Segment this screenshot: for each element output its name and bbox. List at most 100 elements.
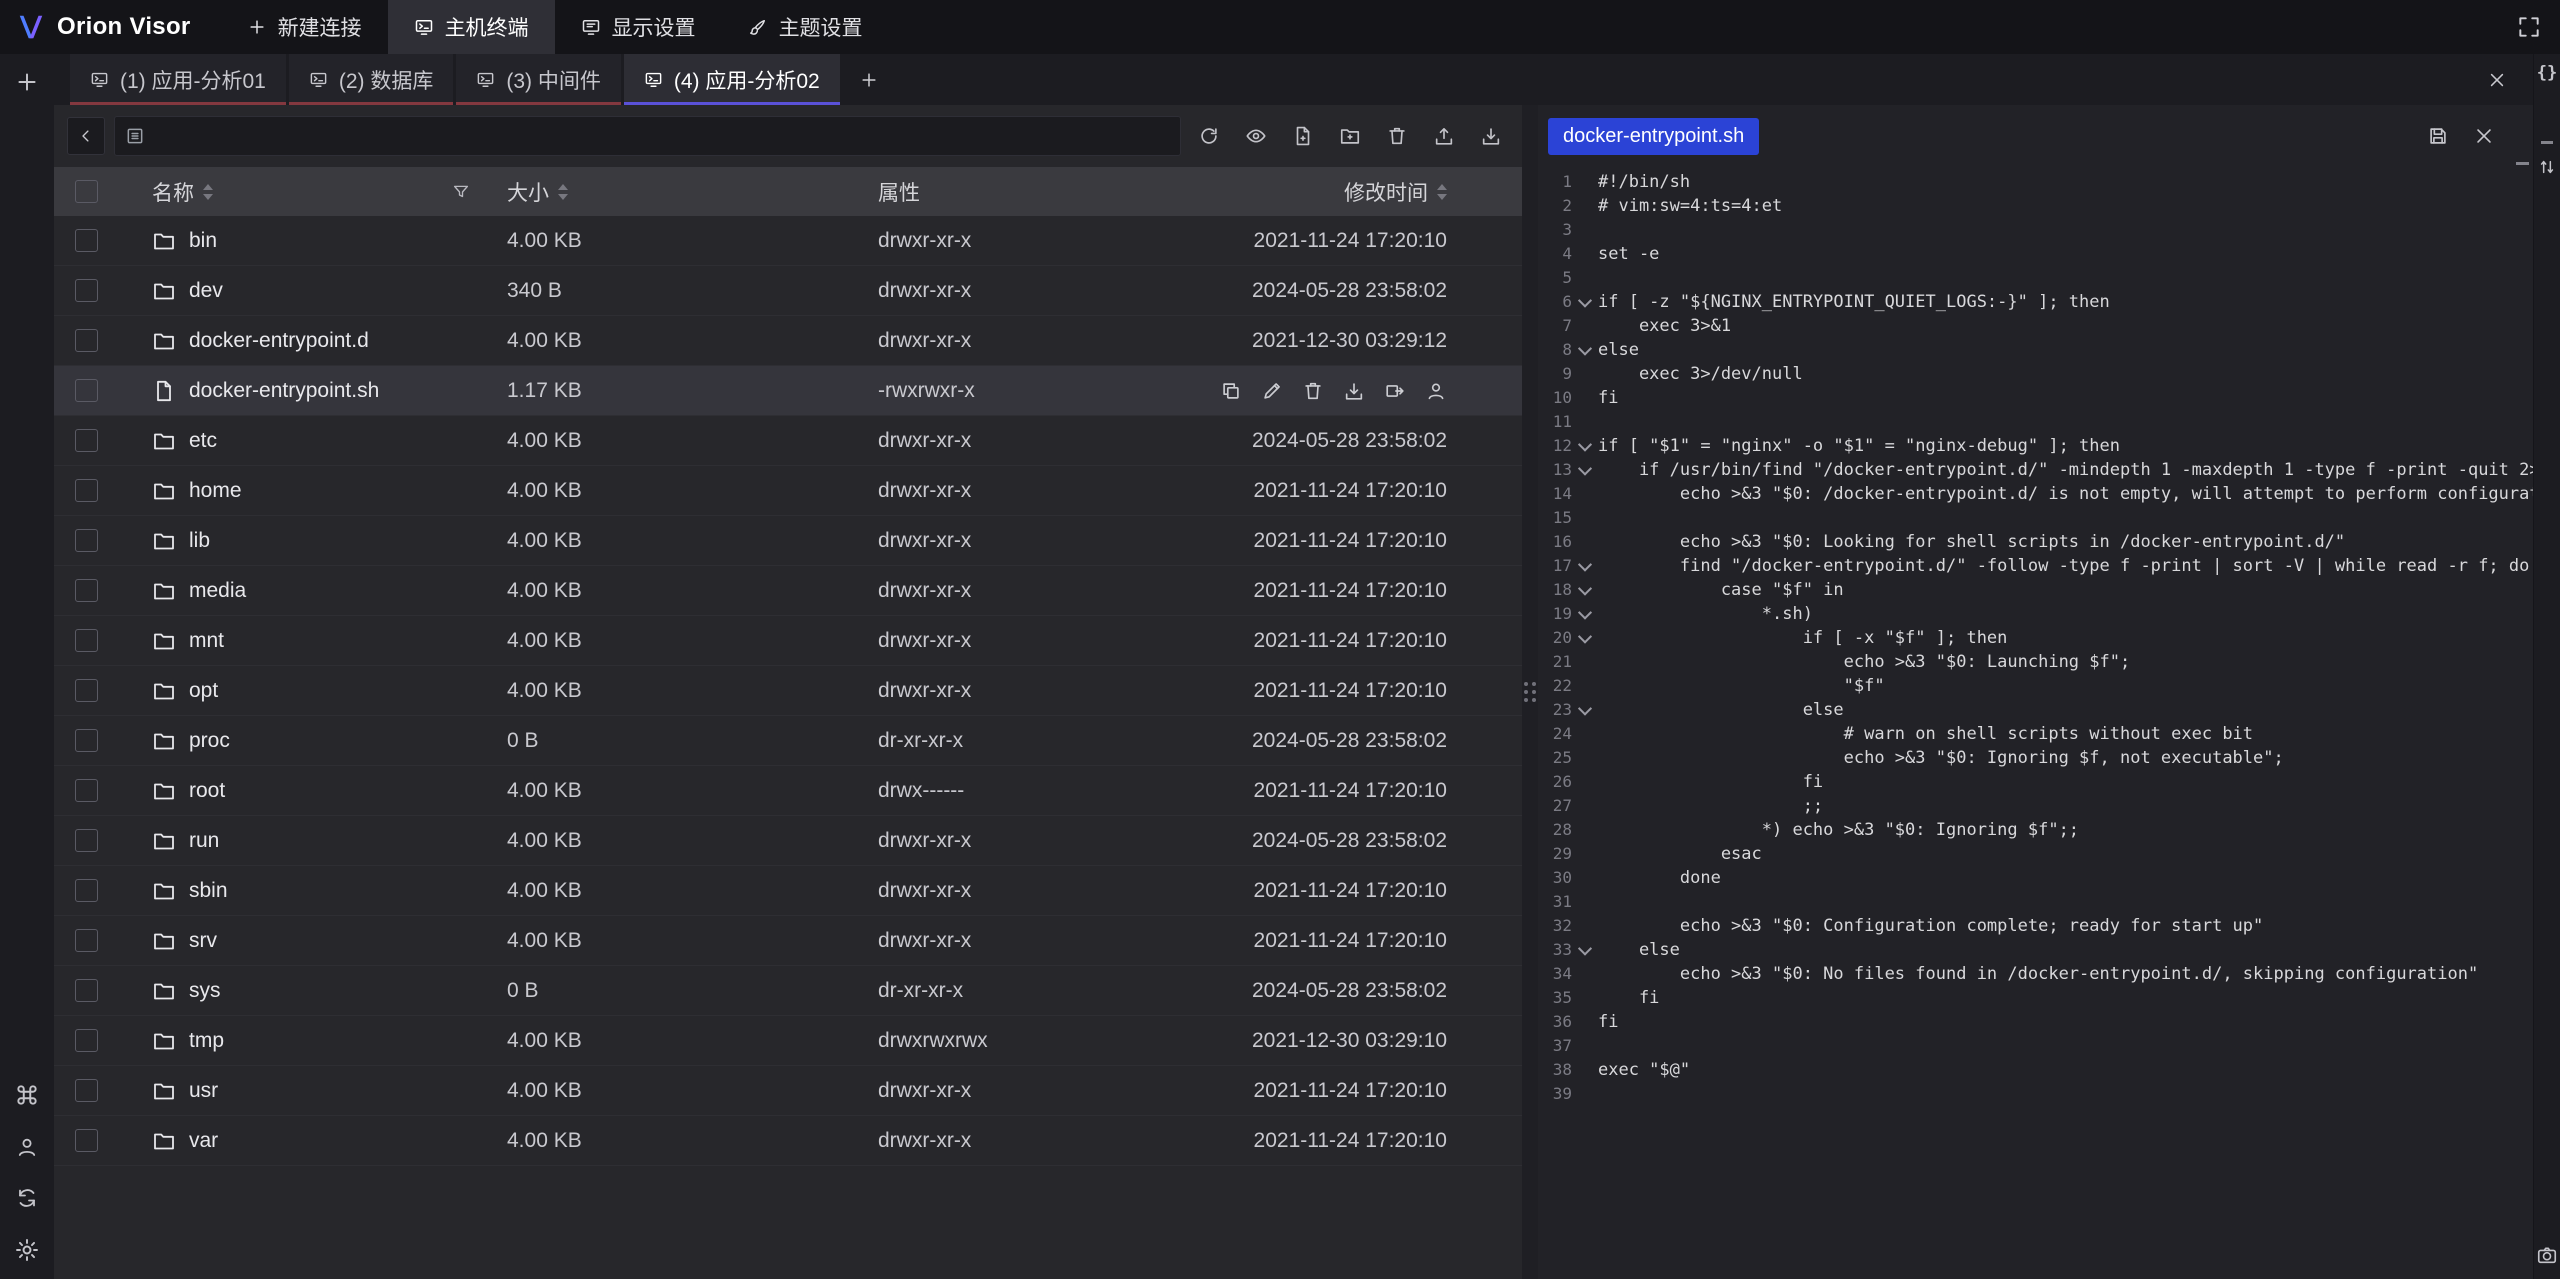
table-row[interactable]: proc 0 B dr-xr-xr-x 2024-05-28 23:58:02: [54, 716, 1522, 766]
row-checkbox[interactable]: [75, 929, 98, 952]
sort-size-icon[interactable]: [558, 184, 568, 200]
table-row[interactable]: sbin 4.00 KB drwxr-xr-x 2021-11-24 17:20…: [54, 866, 1522, 916]
table-row[interactable]: usr 4.00 KB drwxr-xr-x 2021-11-24 17:20:…: [54, 1066, 1522, 1116]
table-row[interactable]: sys 0 B dr-xr-xr-x 2024-05-28 23:58:02: [54, 966, 1522, 1016]
editor-file-tab[interactable]: docker-entrypoint.sh: [1548, 118, 1759, 155]
fold-chevron-icon[interactable]: [1578, 438, 1592, 452]
back-button[interactable]: [67, 117, 105, 155]
table-row[interactable]: docker-entrypoint.sh 1.17 KB -rwxrwxr-x: [54, 366, 1522, 416]
file-name[interactable]: docker-entrypoint.d: [189, 329, 369, 353]
fold-chevron-icon[interactable]: [1578, 582, 1592, 596]
table-row[interactable]: media 4.00 KB drwxr-xr-x 2021-11-24 17:2…: [54, 566, 1522, 616]
sync-icon[interactable]: [15, 1186, 39, 1210]
table-row[interactable]: run 4.00 KB drwxr-xr-x 2024-05-28 23:58:…: [54, 816, 1522, 866]
terminal-tab[interactable]: (2) 数据库: [289, 54, 454, 105]
file-name[interactable]: run: [189, 829, 219, 853]
file-name[interactable]: root: [189, 779, 225, 803]
save-icon[interactable]: [2427, 125, 2449, 147]
row-checkbox[interactable]: [75, 429, 98, 452]
row-checkbox[interactable]: [75, 879, 98, 902]
row-checkbox[interactable]: [75, 1129, 98, 1152]
new-tab-button[interactable]: [843, 54, 895, 105]
download-button[interactable]: [1472, 117, 1510, 155]
fold-chevron-icon[interactable]: [1578, 294, 1592, 308]
file-name[interactable]: var: [189, 1129, 218, 1153]
fold-chevron-icon[interactable]: [1578, 462, 1592, 476]
file-name[interactable]: bin: [189, 229, 217, 253]
file-name[interactable]: home: [189, 479, 242, 503]
file-name[interactable]: media: [189, 579, 246, 603]
nav-item[interactable]: 显示设置: [555, 0, 722, 54]
row-checkbox[interactable]: [75, 279, 98, 302]
select-all-checkbox[interactable]: [75, 180, 98, 203]
braces-icon[interactable]: {}: [2537, 63, 2557, 83]
row-checkbox[interactable]: [75, 729, 98, 752]
path-input[interactable]: [154, 124, 1170, 149]
permission-icon[interactable]: [1425, 380, 1447, 402]
row-checkbox[interactable]: [75, 1029, 98, 1052]
table-row[interactable]: srv 4.00 KB drwxr-xr-x 2021-11-24 17:20:…: [54, 916, 1522, 966]
delete-icon[interactable]: [1302, 380, 1324, 402]
table-row[interactable]: docker-entrypoint.d 4.00 KB drwxr-xr-x 2…: [54, 316, 1522, 366]
file-name[interactable]: usr: [189, 1079, 218, 1103]
file-name[interactable]: docker-entrypoint.sh: [189, 379, 379, 403]
file-name[interactable]: proc: [189, 729, 230, 753]
drag-handle-icon[interactable]: [1524, 682, 1536, 702]
settings-gear-icon[interactable]: [14, 1237, 40, 1263]
new-folder-button[interactable]: [1331, 117, 1369, 155]
close-all-icon[interactable]: [2487, 54, 2533, 105]
fullscreen-icon[interactable]: [2516, 14, 2542, 40]
row-checkbox[interactable]: [75, 379, 98, 402]
file-name[interactable]: mnt: [189, 629, 224, 653]
row-checkbox[interactable]: [75, 979, 98, 1002]
sort-lines-icon[interactable]: [2537, 157, 2557, 177]
nav-item[interactable]: 新建连接: [221, 0, 388, 54]
table-row[interactable]: dev 340 B drwxr-xr-x 2024-05-28 23:58:02: [54, 266, 1522, 316]
row-checkbox[interactable]: [75, 629, 98, 652]
table-row[interactable]: home 4.00 KB drwxr-xr-x 2021-11-24 17:20…: [54, 466, 1522, 516]
file-name[interactable]: dev: [189, 279, 223, 303]
row-checkbox[interactable]: [75, 1079, 98, 1102]
filter-icon[interactable]: [452, 183, 470, 201]
row-checkbox[interactable]: [75, 479, 98, 502]
row-checkbox[interactable]: [75, 229, 98, 252]
file-name[interactable]: sbin: [189, 879, 228, 903]
file-name[interactable]: etc: [189, 429, 217, 453]
row-checkbox[interactable]: [75, 529, 98, 552]
sort-name-icon[interactable]: [203, 184, 213, 200]
path-list-icon[interactable]: [125, 126, 145, 146]
download-icon[interactable]: [1343, 380, 1365, 402]
row-checkbox[interactable]: [75, 679, 98, 702]
command-icon[interactable]: [14, 1082, 40, 1108]
file-name[interactable]: opt: [189, 679, 218, 703]
table-row[interactable]: var 4.00 KB drwxr-xr-x 2021-11-24 17:20:…: [54, 1116, 1522, 1166]
table-row[interactable]: mnt 4.00 KB drwxr-xr-x 2021-11-24 17:20:…: [54, 616, 1522, 666]
table-row[interactable]: lib 4.00 KB drwxr-xr-x 2021-11-24 17:20:…: [54, 516, 1522, 566]
terminal-tab[interactable]: (1) 应用-分析01: [70, 54, 286, 105]
fold-chevron-icon[interactable]: [1578, 630, 1592, 644]
fold-chevron-icon[interactable]: [1578, 942, 1592, 956]
code-editor[interactable]: 1 #!/bin/sh 2 # vim:sw=4:ts=4:et 3: [1538, 167, 2533, 1279]
move-icon[interactable]: [1384, 380, 1406, 402]
file-name[interactable]: sys: [189, 979, 221, 1003]
add-icon[interactable]: [14, 69, 40, 95]
terminal-tab[interactable]: (3) 中间件: [456, 54, 621, 105]
edit-icon[interactable]: [1261, 380, 1283, 402]
fold-chevron-icon[interactable]: [1578, 342, 1592, 356]
user-icon[interactable]: [15, 1135, 39, 1159]
sort-mtime-icon[interactable]: [1437, 184, 1447, 200]
refresh-button[interactable]: [1190, 117, 1228, 155]
table-row[interactable]: etc 4.00 KB drwxr-xr-x 2024-05-28 23:58:…: [54, 416, 1522, 466]
fold-chevron-icon[interactable]: [1578, 606, 1592, 620]
close-editor-icon[interactable]: [2473, 125, 2495, 147]
row-checkbox[interactable]: [75, 579, 98, 602]
table-row[interactable]: root 4.00 KB drwx------ 2021-11-24 17:20…: [54, 766, 1522, 816]
nav-item[interactable]: 主机终端: [388, 0, 555, 54]
fold-chevron-icon[interactable]: [1578, 558, 1592, 572]
terminal-tab[interactable]: (4) 应用-分析02: [624, 54, 840, 105]
new-file-button[interactable]: [1284, 117, 1322, 155]
screenshot-camera-icon[interactable]: [2536, 1244, 2558, 1266]
row-checkbox[interactable]: [75, 829, 98, 852]
delete-button[interactable]: [1378, 117, 1416, 155]
file-name[interactable]: lib: [189, 529, 210, 553]
